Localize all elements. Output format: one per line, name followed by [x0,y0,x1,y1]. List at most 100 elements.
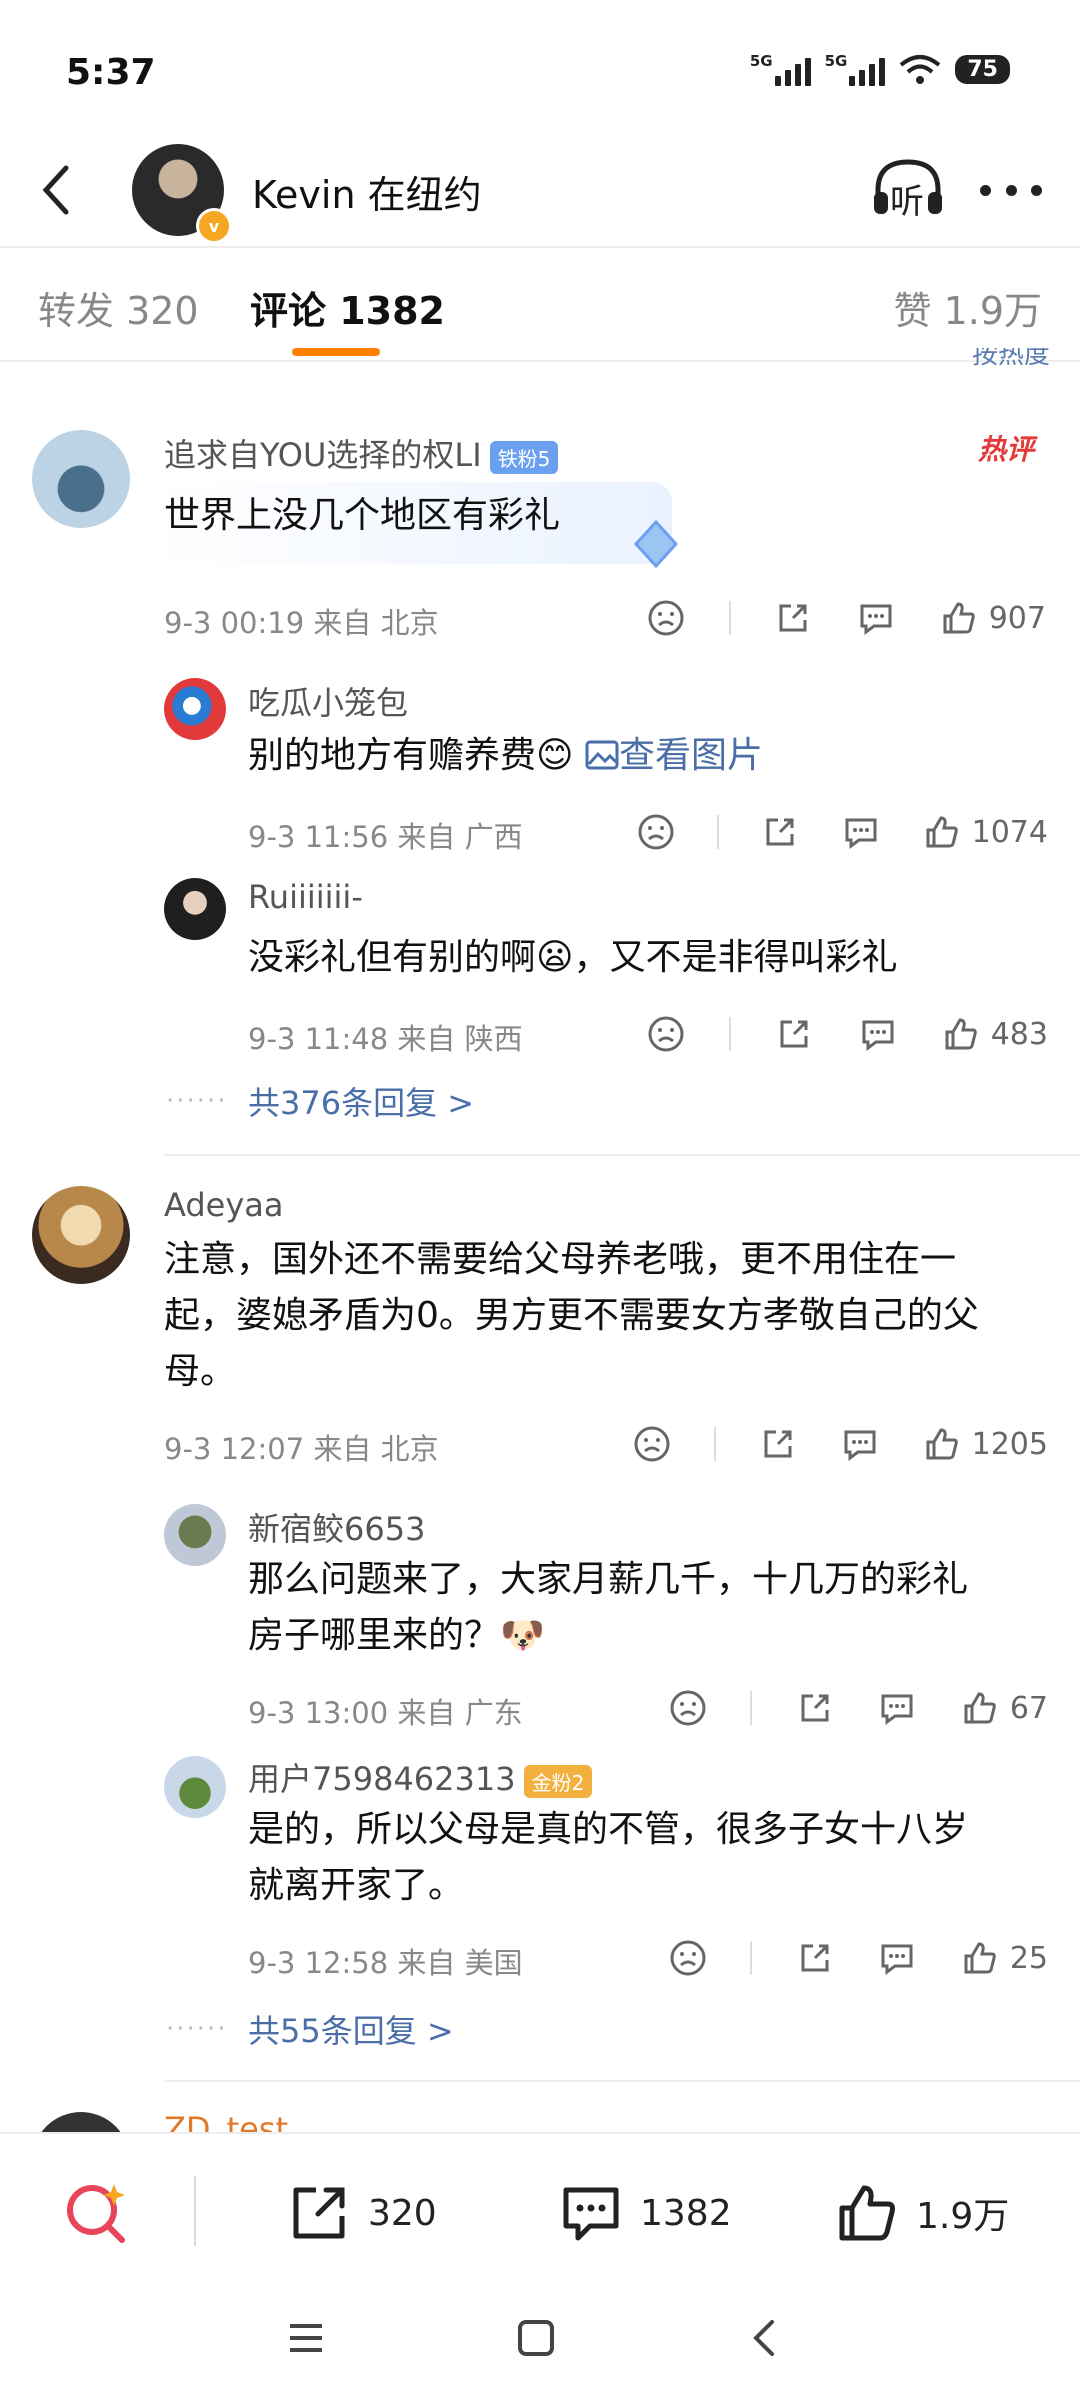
reply-text-line: 房子哪里来的？🐶 [248,1615,545,1656]
reply-author-name[interactable]: Ruiiiiiii- [248,878,363,916]
like-button[interactable]: 67 [960,1688,1048,1728]
menu-icon[interactable] [286,2318,326,2358]
diamond-icon [633,519,679,569]
back-button[interactable] [34,160,84,220]
reply-author[interactable]: 用户7598462313 金粉2 [248,1754,593,1800]
dislike-icon[interactable] [632,1424,672,1464]
share-icon[interactable] [773,598,813,638]
reply-text-line: 就离开家了。 [248,1865,465,1906]
separator [716,815,719,849]
reply-text: 是的，所以父母是真的不管，很多子女十八岁 就离开家了。 [248,1802,968,1914]
thumbs-up-icon [964,1942,996,1974]
avatar[interactable] [164,1756,226,1818]
comment-meta: 9-3 12:07 来自 北京 [164,1432,439,1466]
share-icon[interactable] [774,1014,814,1054]
avatar[interactable] [32,1186,130,1284]
share-icon[interactable] [795,1688,835,1728]
reply-text-content: 别的地方有赡养费😊 [248,735,574,776]
tabs-divider [0,360,1080,362]
comment-divider [164,2080,1080,2082]
avatar[interactable] [32,430,130,528]
reply-icon[interactable] [858,1014,898,1054]
comment-author-name[interactable]: 追求自YOU选择的权LI [164,436,482,474]
avatar[interactable] [164,678,226,740]
listen-label: 听 [890,182,924,222]
share-icon[interactable] [795,1938,835,1978]
comment-text-line: 注意，国外还不需要给父母养老哦，更不用住在一 [164,1239,957,1280]
thumbs-up-icon [945,1018,977,1050]
comment-button[interactable]: 1382 [558,2180,732,2246]
dislike-icon[interactable] [646,598,686,638]
dislike-icon[interactable] [646,1014,686,1054]
share-icon[interactable] [758,1424,798,1464]
like-button[interactable]: 1.9万 [834,2180,1009,2246]
tab-repost[interactable]: 转发 320 [38,280,199,335]
view-more-replies-link[interactable]: 共376条回复 > [248,1078,474,1124]
like-count: 907 [988,600,1046,636]
like-button[interactable]: 907 [939,598,1046,638]
wifi-icon [900,55,941,84]
separator [728,601,731,635]
tab-likes[interactable]: 赞 1.9万 [893,280,1042,335]
comment-icon [563,2187,619,2241]
separator [194,2176,196,2246]
sort-toggle[interactable]: 按热度 [972,348,1050,372]
dislike-icon[interactable] [668,1688,708,1728]
like-button[interactable]: 1205 [922,1424,1048,1464]
like-count: 483 [990,1016,1048,1052]
reply-author-name[interactable]: 吃瓜小笼包 [248,678,408,724]
listen-button[interactable]: 听 [868,148,948,228]
battery-indicator: 75 [955,54,1010,84]
reply-author-name[interactable]: 新宿鲛6653 [248,1504,425,1550]
comment-text: 注意，国外还不需要给父母养老哦，更不用住在一 起，婆媳矛盾为0。男方更不需要女方… [164,1232,979,1400]
avatar[interactable] [164,878,226,940]
comment-count: 1382 [640,2192,732,2234]
dot-icon [1031,184,1042,196]
comment-divider [164,1154,1080,1156]
reply-actions: 67 [668,1688,1048,1728]
view-image-link[interactable]: 查看图片 [585,735,763,776]
view-image-label: 查看图片 [618,735,763,776]
image-icon [585,740,619,770]
thumbs-up-icon [926,1428,958,1460]
comment-author-name[interactable]: Adeyaa [164,1186,283,1224]
reply-meta: 9-3 13:00 来自 广东 [248,1696,523,1730]
search-ai-icon[interactable] [62,2178,132,2248]
like-button[interactable]: 1074 [922,812,1048,852]
repost-button[interactable]: 320 [286,2180,437,2246]
avatar[interactable] [164,1504,226,1566]
reply-text: 那么问题来了，大家月薪几千，十几万的彩礼 房子哪里来的？🐶 [248,1552,968,1664]
reply-text-line: 那么问题来了，大家月薪几千，十几万的彩礼 [248,1559,969,1600]
like-count: 1.9万 [916,2196,1010,2237]
reply-actions: 483 [646,1014,1048,1054]
reply-meta: 9-3 11:48 来自 陕西 [248,1022,523,1056]
tab-comments[interactable]: 评论 1382 [250,280,445,335]
view-more-replies-link[interactable]: 共55条回复 > [248,2006,454,2052]
like-count: 1205 [971,1426,1048,1462]
separator [750,1941,753,1975]
dislike-icon[interactable] [668,1938,708,1978]
back-icon[interactable] [746,2318,786,2358]
reply-icon[interactable] [841,812,881,852]
reply-meta: 9-3 11:56 来自 广西 [248,820,523,854]
comment-author[interactable]: 追求自YOU选择的权LI 铁粉5 [164,430,559,476]
reply-icon[interactable] [840,1424,880,1464]
page-title[interactable]: Kevin 在纽约 [252,164,482,219]
dot-icon [1005,184,1017,196]
comment-actions: 1205 [632,1424,1048,1464]
share-icon[interactable] [760,812,800,852]
dislike-icon[interactable] [636,812,676,852]
status-icons: 5G 5G 75 [750,52,1010,86]
more-options-button[interactable] [980,170,1042,210]
verified-badge: v [196,208,232,244]
header-divider [0,246,1080,248]
reply-icon[interactable] [877,1938,917,1978]
separator [729,1017,732,1051]
like-button[interactable]: 483 [941,1014,1048,1054]
like-button[interactable]: 25 [960,1938,1048,1978]
reply-author-name[interactable]: 用户7598462313 [248,1760,516,1798]
share-icon [293,2187,345,2239]
home-icon[interactable] [516,2318,556,2358]
reply-icon[interactable] [877,1688,917,1728]
reply-icon[interactable] [856,598,896,638]
